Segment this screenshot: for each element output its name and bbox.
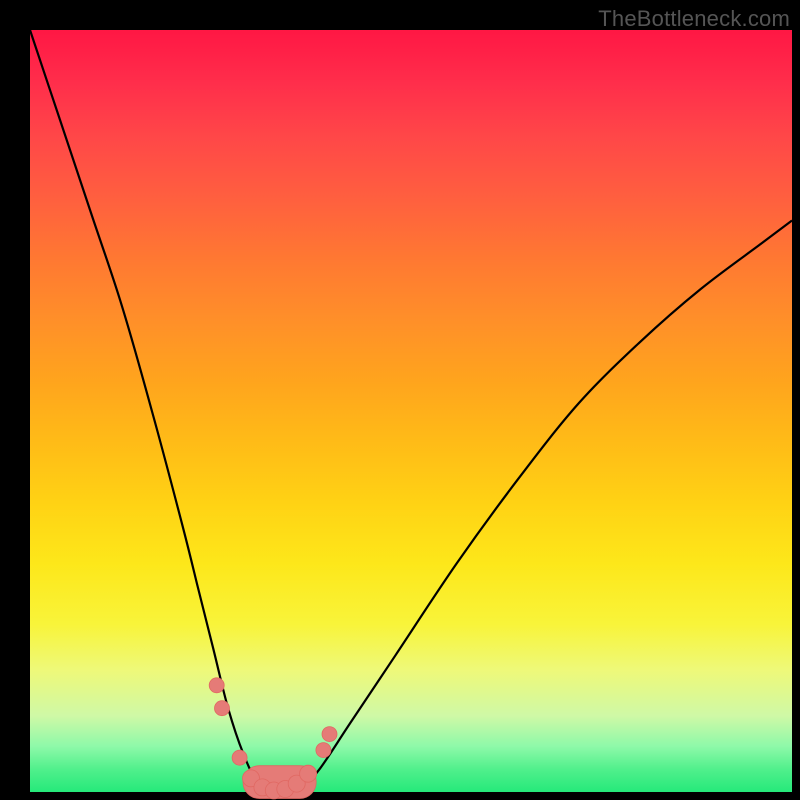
plot-area bbox=[30, 30, 792, 792]
outer-frame: TheBottleneck.com bbox=[0, 0, 800, 800]
background-gradient bbox=[30, 30, 792, 792]
watermark-text: TheBottleneck.com bbox=[598, 6, 790, 32]
